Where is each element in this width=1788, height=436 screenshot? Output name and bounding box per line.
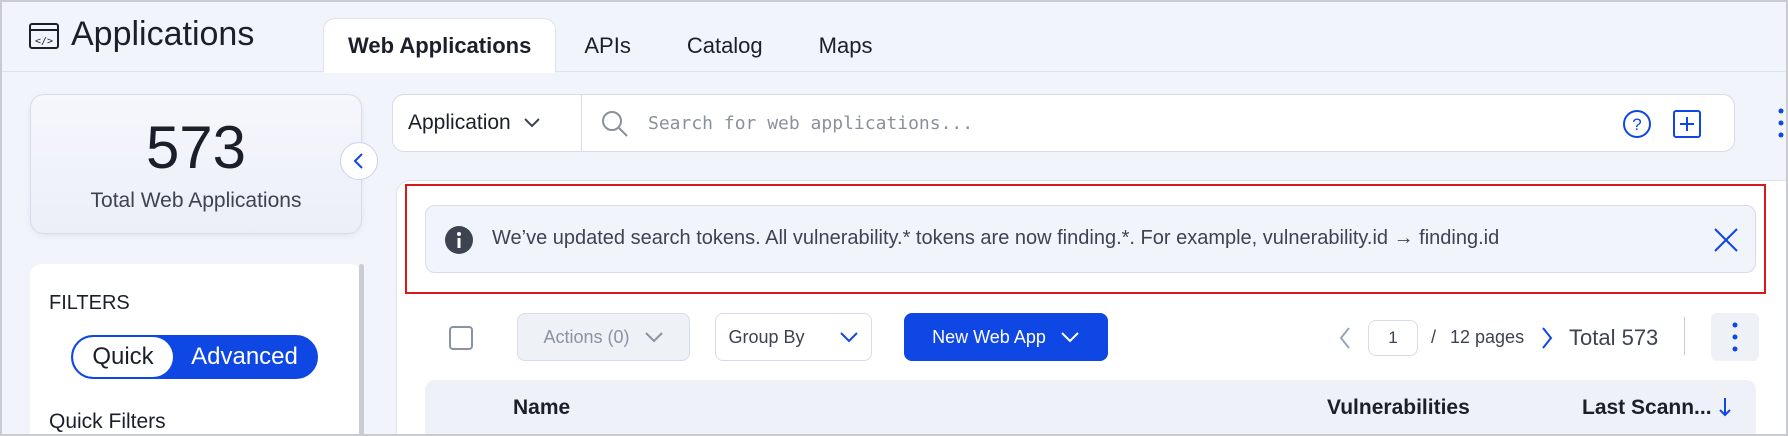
highlight-box <box>405 184 1766 294</box>
chevron-down-icon <box>839 332 858 343</box>
toggle-quick[interactable]: Quick <box>73 337 173 377</box>
toggle-advanced[interactable]: Advanced <box>173 337 316 377</box>
collapse-sidebar-button[interactable] <box>340 142 378 180</box>
table-header: Name Vulnerabilities Last Scann... <box>425 380 1756 436</box>
filter-scrollbar[interactable] <box>359 264 364 436</box>
chevron-down-icon <box>644 332 663 343</box>
search-bar: Application ? <box>392 94 1735 152</box>
filters-heading: FILTERS <box>49 292 130 314</box>
page-number-input[interactable] <box>1368 320 1418 356</box>
toolbar-divider <box>1684 317 1685 355</box>
group-by-label: Group By <box>728 326 805 347</box>
search-type-label: Application <box>408 111 511 134</box>
new-web-app-button[interactable]: New Web App <box>904 313 1108 361</box>
table-options-button[interactable] <box>1711 313 1759 361</box>
web-app-icon: </> <box>29 23 59 49</box>
page-count: 12 pages <box>1450 327 1525 347</box>
new-web-app-label: New Web App <box>932 326 1046 347</box>
total-count-label: Total Web Applications <box>90 189 302 212</box>
chevron-left-icon[interactable] <box>1338 326 1352 350</box>
select-all-checkbox[interactable] <box>449 326 473 350</box>
search-input[interactable] <box>648 105 1548 141</box>
total-count: Total 573 <box>1569 325 1659 350</box>
group-by-dropdown[interactable]: Group By <box>715 313 872 361</box>
sort-descending-icon[interactable] <box>1718 396 1732 418</box>
total-count-card: 573 Total Web Applications <box>30 94 362 234</box>
column-header-name[interactable]: Name <box>513 396 570 420</box>
column-header-last-scanned[interactable]: Last Scann... <box>1582 396 1712 420</box>
svg-text:?: ? <box>1632 115 1641 134</box>
chevron-down-icon <box>1061 332 1079 343</box>
page-separator: / <box>1431 327 1437 347</box>
more-options-icon[interactable] <box>1778 108 1784 138</box>
actions-label: Actions (0) <box>543 326 630 347</box>
tab-apis[interactable]: APIs <box>556 19 658 73</box>
quick-filters-heading: Quick Filters <box>49 410 166 433</box>
tab-maps[interactable]: Maps <box>791 19 901 73</box>
tab-web-applications[interactable]: Web Applications <box>323 18 557 73</box>
more-options-icon <box>1732 322 1738 352</box>
top-header: </> Applications Web Applications APIs C… <box>0 0 1788 73</box>
chevron-left-icon <box>353 153 363 169</box>
filter-mode-toggle[interactable]: Quick Advanced <box>71 335 318 379</box>
tab-catalog[interactable]: Catalog <box>659 19 791 73</box>
search-type-dropdown[interactable]: Application <box>393 95 582 151</box>
chevron-down-icon <box>524 118 540 128</box>
total-count-value: 573 <box>145 114 247 181</box>
add-icon[interactable] <box>1672 109 1702 139</box>
actions-button[interactable]: Actions (0) <box>517 313 690 361</box>
chevron-right-icon[interactable] <box>1540 326 1554 350</box>
svg-text:</>: </> <box>35 36 53 47</box>
column-header-vulnerabilities[interactable]: Vulnerabilities <box>1327 396 1470 420</box>
search-icon <box>602 111 628 137</box>
page-title: Applications <box>71 15 255 53</box>
tab-bar: Web Applications APIs Catalog Maps <box>323 18 900 73</box>
help-icon[interactable]: ? <box>1622 109 1652 139</box>
